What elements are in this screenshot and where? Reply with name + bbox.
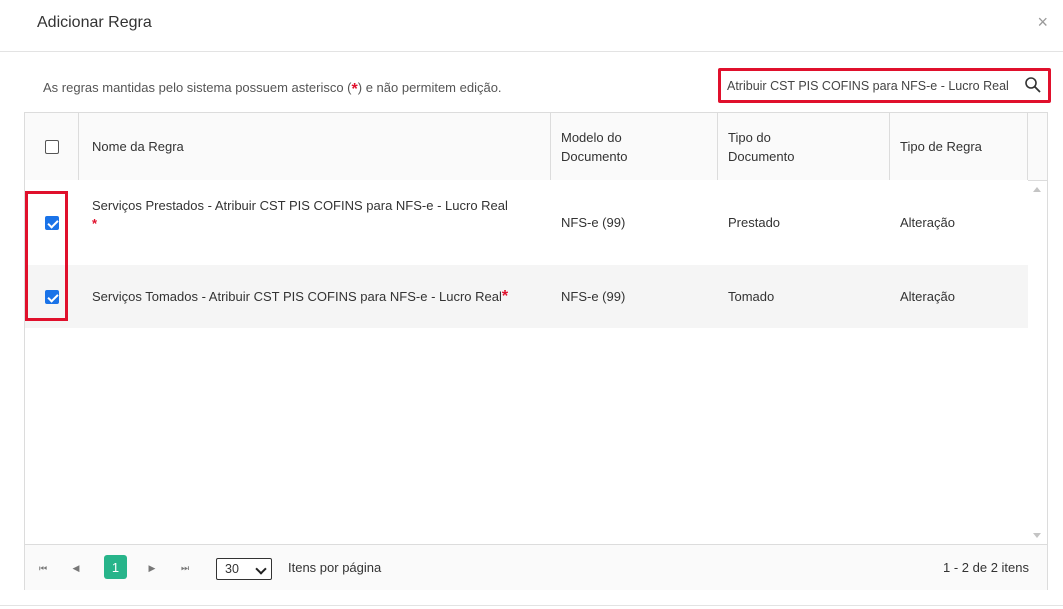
scroll-down-arrow-icon[interactable] — [1033, 533, 1041, 538]
scroll-up-arrow-icon[interactable] — [1033, 187, 1041, 192]
vertical-scrollbar[interactable] — [1028, 180, 1047, 544]
document-model-cell: NFS-e (99) — [561, 289, 626, 304]
chevron-down-icon — [255, 563, 267, 575]
rule-name-cell: Serviços Prestados - Atribuir CST PIS CO… — [79, 180, 551, 265]
search-icon[interactable] — [1024, 76, 1042, 94]
row-checkbox[interactable] — [45, 215, 59, 230]
note-text-after: ) e não permitem edição. — [357, 80, 502, 95]
rule-name: Serviços Tomados - Atribuir CST PIS COFI… — [92, 289, 502, 304]
next-page-icon[interactable]: ▶ — [140, 556, 164, 580]
header-document-type[interactable]: Tipo do Documento — [718, 113, 890, 180]
item-count: 1 - 2 de 2 itens — [943, 560, 1029, 575]
row-checkbox-cell — [25, 180, 79, 265]
search-box — [718, 68, 1051, 103]
pager: ⏮ ◀ 1 ▶ ⏭ 30 Itens por página 1 - 2 de 2… — [25, 544, 1047, 590]
rule-name-text: Serviços Prestados - Atribuir CST PIS CO… — [92, 197, 508, 233]
header-document-model[interactable]: Modelo do Documento — [551, 113, 718, 180]
document-type-cell: Tomado — [728, 289, 775, 304]
note-text-before: As regras mantidas pelo sistema possuem … — [43, 80, 352, 95]
rule-name: Serviços Prestados - Atribuir CST PIS CO… — [92, 198, 508, 213]
rule-name-cell: Serviços Tomados - Atribuir CST PIS COFI… — [79, 265, 551, 328]
close-icon[interactable]: × — [1037, 12, 1048, 33]
rules-grid: Nome da Regra Modelo do Documento Tipo d… — [24, 112, 1048, 590]
row-checkbox-cell — [25, 265, 79, 328]
row-checkbox[interactable] — [45, 289, 59, 304]
per-page-label: Itens por página — [288, 560, 382, 575]
search-input[interactable] — [727, 76, 1019, 96]
header-select-all-cell — [25, 113, 79, 180]
select-all-checkbox[interactable] — [44, 139, 59, 154]
header-rule-type[interactable]: Tipo de Regra — [890, 113, 1028, 180]
dialog-title: Adicionar Regra — [37, 14, 152, 31]
table-row[interactable]: Serviços Tomados - Atribuir CST PIS COFI… — [25, 265, 1028, 328]
first-page-icon[interactable]: ⏮ — [31, 556, 55, 580]
dialog-header: Adicionar Regra × — [0, 0, 1063, 52]
grid-header: Nome da Regra Modelo do Documento Tipo d… — [25, 113, 1047, 181]
system-rule-asterisk: * — [501, 287, 509, 305]
footer-divider — [0, 605, 1063, 606]
asterisk-note: As regras mantidas pelo sistema possuem … — [43, 80, 502, 99]
page-size-value: 30 — [225, 562, 239, 576]
table-row[interactable]: Serviços Prestados - Atribuir CST PIS CO… — [25, 180, 1028, 265]
page-number-button[interactable]: 1 — [104, 555, 127, 579]
system-rule-asterisk: * — [92, 216, 98, 231]
document-model-cell: NFS-e (99) — [561, 215, 626, 230]
header-scroll-spacer — [1028, 113, 1047, 180]
header-rule-name[interactable]: Nome da Regra — [79, 113, 551, 180]
page-size-select[interactable]: 30 — [216, 558, 272, 580]
previous-page-icon[interactable]: ◀ — [64, 556, 88, 580]
rule-type-cell: Alteração — [900, 289, 955, 304]
rule-type-cell: Alteração — [900, 215, 955, 230]
last-page-icon[interactable]: ⏭ — [173, 556, 197, 580]
document-type-cell: Prestado — [728, 215, 781, 230]
